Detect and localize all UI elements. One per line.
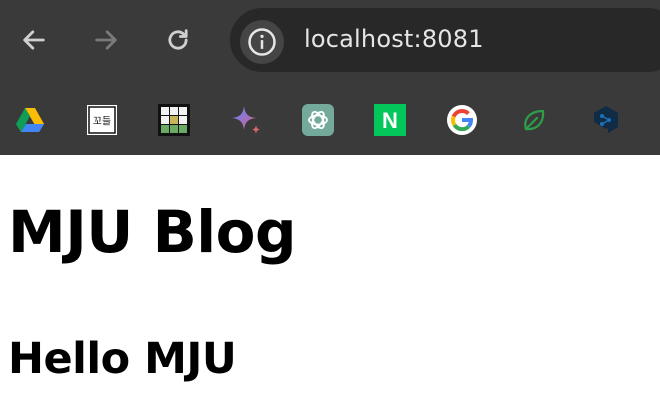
browser-chrome: localhost:8081 꼬들 N [0, 0, 660, 155]
google-icon [447, 105, 477, 135]
reload-icon [168, 29, 188, 50]
bookmark-grid-game[interactable] [156, 102, 192, 138]
reload-button[interactable] [158, 20, 198, 60]
bookmark-deepl[interactable] [588, 102, 624, 138]
address-bar[interactable]: localhost:8081 [230, 8, 660, 72]
bookmark-kkodle[interactable]: 꼬들 [84, 102, 120, 138]
gemini-sparkle-icon [232, 106, 260, 134]
chatgpt-icon [302, 104, 334, 136]
back-button[interactable] [14, 20, 54, 60]
bookmark-naver[interactable]: N [372, 102, 408, 138]
page-content: MJU Blog Hello MJU [0, 155, 660, 420]
page-heading: MJU Blog [8, 198, 297, 266]
site-info-button[interactable] [240, 20, 284, 64]
deepl-icon [594, 106, 618, 133]
grid-game-icon [158, 104, 190, 136]
info-circle-icon [248, 28, 276, 56]
bookmark-gemini[interactable] [228, 102, 264, 138]
kkodle-icon: 꼬들 [87, 105, 117, 135]
naver-icon: N [374, 104, 406, 136]
forward-button[interactable] [86, 20, 126, 60]
google-drive-icon [16, 108, 44, 132]
bookmark-leaf[interactable] [516, 102, 552, 138]
svg-text:N: N [382, 108, 398, 133]
leaf-icon [524, 109, 545, 131]
page-subheading: Hello MJU [8, 334, 237, 384]
url-text[interactable]: localhost:8081 [304, 25, 484, 53]
browser-toolbar: localhost:8081 [0, 0, 660, 82]
svg-text:꼬들: 꼬들 [93, 116, 111, 128]
bookmark-chatgpt[interactable] [300, 102, 336, 138]
bookmark-google[interactable] [444, 102, 480, 138]
bookmark-google-drive[interactable] [12, 102, 48, 138]
arrow-right-icon [95, 30, 117, 50]
arrow-left-icon [23, 30, 45, 50]
bookmarks-bar: 꼬들 N [0, 96, 660, 146]
